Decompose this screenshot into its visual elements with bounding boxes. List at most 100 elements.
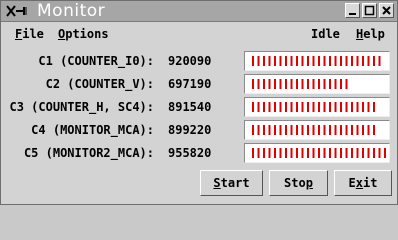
bar-tick xyxy=(285,148,287,158)
bar-tick xyxy=(351,148,353,158)
maximize-icon[interactable] xyxy=(362,3,377,18)
bar-tick xyxy=(257,125,260,135)
bar-tick xyxy=(285,56,287,66)
bar-tick xyxy=(312,102,315,112)
counter-value: 697190 xyxy=(168,77,212,91)
bar-tick xyxy=(279,56,282,66)
bar-tick xyxy=(290,102,293,112)
bar-tick xyxy=(323,56,326,66)
bar-tick xyxy=(307,102,309,112)
bar-tick xyxy=(340,79,342,89)
bar-tick xyxy=(340,148,342,158)
bar-tick xyxy=(334,56,337,66)
menu-file[interactable]: File xyxy=(15,26,44,42)
counter-label: C2 (COUNTER_V): xyxy=(45,77,154,91)
bar-tick xyxy=(345,148,348,158)
bar-tick xyxy=(323,148,326,158)
stop-button[interactable]: Stop xyxy=(269,170,328,196)
bar-tick xyxy=(274,125,276,135)
bar-tick xyxy=(367,125,370,135)
minimize-icon[interactable] xyxy=(345,3,360,18)
bar-tick xyxy=(301,125,304,135)
exit-mnemonic: x xyxy=(355,176,363,190)
close-icon[interactable] xyxy=(379,3,394,18)
bar-tick xyxy=(345,125,348,135)
bar-tick xyxy=(285,125,287,135)
bar-tick xyxy=(334,102,337,112)
bar-tick xyxy=(296,125,298,135)
bar-tick xyxy=(257,56,260,66)
bar-tick xyxy=(279,102,282,112)
bar-tick xyxy=(279,148,282,158)
bar-tick xyxy=(268,56,271,66)
bar-tick xyxy=(356,148,359,158)
bar-tick xyxy=(252,148,254,158)
start-button[interactable]: Start xyxy=(200,170,263,196)
bar-tick xyxy=(296,102,298,112)
bar-tick xyxy=(340,56,342,66)
counter-label: C1 (COUNTER_I0): xyxy=(38,54,154,68)
bar-tick xyxy=(329,56,331,66)
bar-tick xyxy=(323,125,326,135)
bar-tick xyxy=(318,102,320,112)
bar-tick xyxy=(329,148,331,158)
menu-help-label: elp xyxy=(363,27,385,41)
bar-tick xyxy=(268,102,271,112)
bar-tick xyxy=(323,102,326,112)
bar-tick xyxy=(279,79,282,89)
bar-tick xyxy=(307,125,309,135)
bar-tick xyxy=(373,56,375,66)
bar-tick xyxy=(257,102,260,112)
counter-row-c4: C4 (MONITOR_MCA): 899220 xyxy=(1,120,397,142)
stop-mnemonic: p xyxy=(305,176,313,190)
counter-bar xyxy=(244,74,390,94)
counter-value: 899220 xyxy=(168,123,212,137)
bar-tick xyxy=(334,125,337,135)
status-text: Idle xyxy=(311,27,340,41)
counter-bar xyxy=(244,51,390,71)
bar-tick xyxy=(356,56,359,66)
bar-tick xyxy=(351,102,353,112)
bar-tick xyxy=(252,102,254,112)
bar-tick xyxy=(362,102,364,112)
bar-tick xyxy=(351,56,353,66)
bar-tick xyxy=(345,102,348,112)
counter-bar-ticks xyxy=(252,148,386,158)
counter-bar-ticks xyxy=(252,79,348,89)
bar-tick xyxy=(373,102,375,112)
counter-bar-ticks xyxy=(252,56,381,66)
window-title: Monitor xyxy=(37,1,106,21)
bar-tick xyxy=(301,148,304,158)
bar-tick xyxy=(274,148,276,158)
bar-tick xyxy=(312,148,315,158)
bar-tick xyxy=(296,148,298,158)
bar-tick xyxy=(384,148,386,158)
title-bar[interactable]: Monitor xyxy=(1,1,397,22)
bar-tick xyxy=(274,102,276,112)
bar-tick xyxy=(285,79,287,89)
bar-tick xyxy=(367,56,370,66)
start-label: tart xyxy=(220,176,250,190)
bar-tick xyxy=(334,79,337,89)
bar-tick xyxy=(334,148,337,158)
bar-tick xyxy=(263,79,265,89)
counter-row-c5: C5 (MONITOR2_MCA): 955820 xyxy=(1,143,397,165)
bar-tick xyxy=(268,148,271,158)
bar-tick xyxy=(263,102,265,112)
bar-tick xyxy=(351,125,353,135)
bar-tick xyxy=(257,148,260,158)
monitor-window: Monitor File Options Idle Help C1 (COUNT… xyxy=(0,0,398,205)
menu-options[interactable]: Options xyxy=(58,26,109,42)
bar-tick xyxy=(307,79,309,89)
exit-button[interactable]: Exit xyxy=(334,170,392,196)
exit-label: it xyxy=(363,176,378,190)
menu-help[interactable]: Help xyxy=(356,26,385,42)
counter-bar xyxy=(244,120,390,140)
bar-tick xyxy=(290,56,293,66)
counter-bar-ticks xyxy=(252,125,375,135)
bar-tick xyxy=(252,125,254,135)
counter-value: 920090 xyxy=(168,54,212,68)
app-menu-icon[interactable] xyxy=(5,3,31,19)
exit-label-pre: E xyxy=(348,176,356,190)
counter-row-c2: C2 (COUNTER_V): 697190 xyxy=(1,74,397,96)
